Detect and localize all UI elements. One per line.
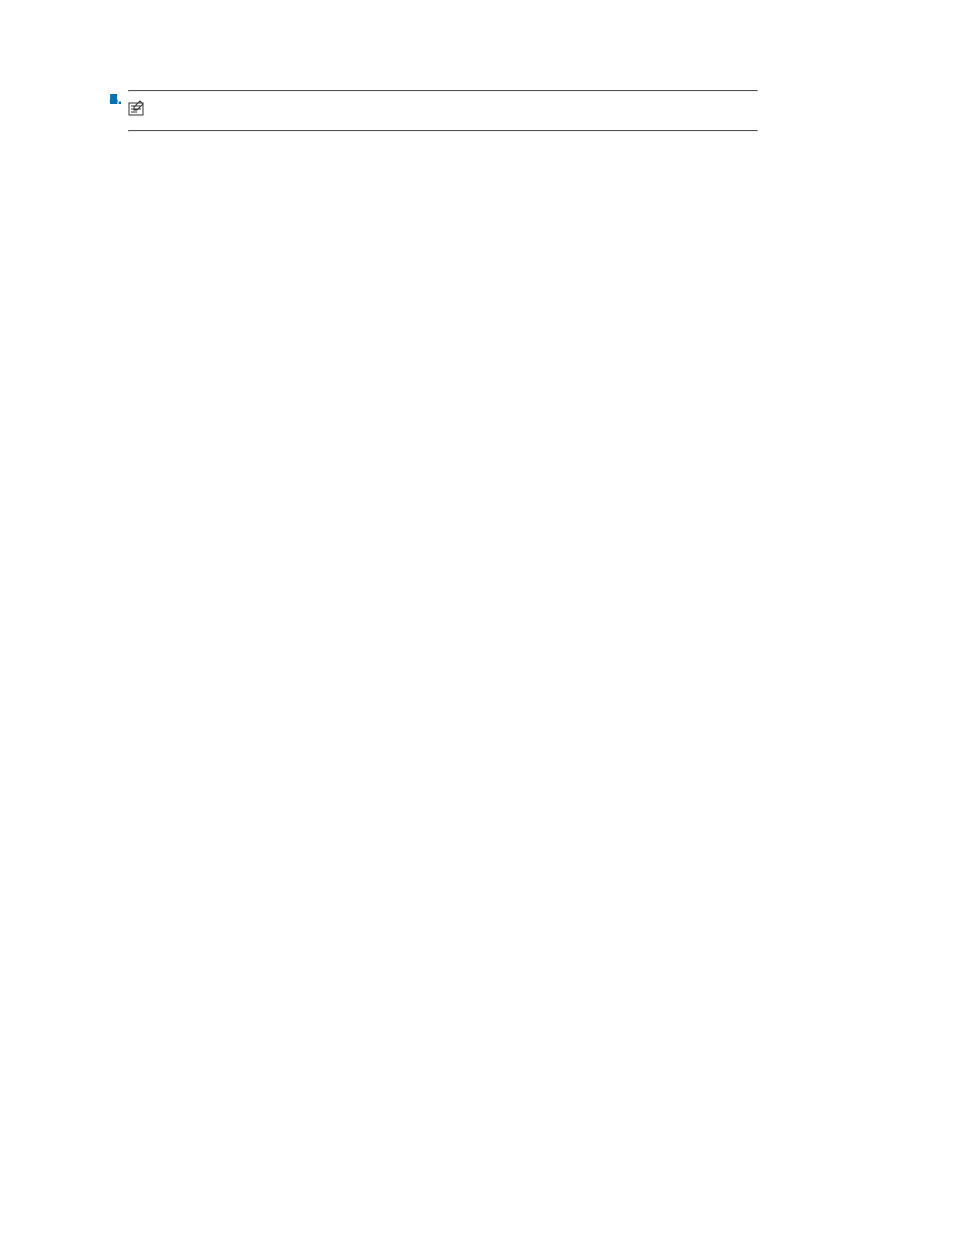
note-icon <box>128 99 146 122</box>
page-footer <box>56 252 898 270</box>
note-block <box>128 90 898 132</box>
